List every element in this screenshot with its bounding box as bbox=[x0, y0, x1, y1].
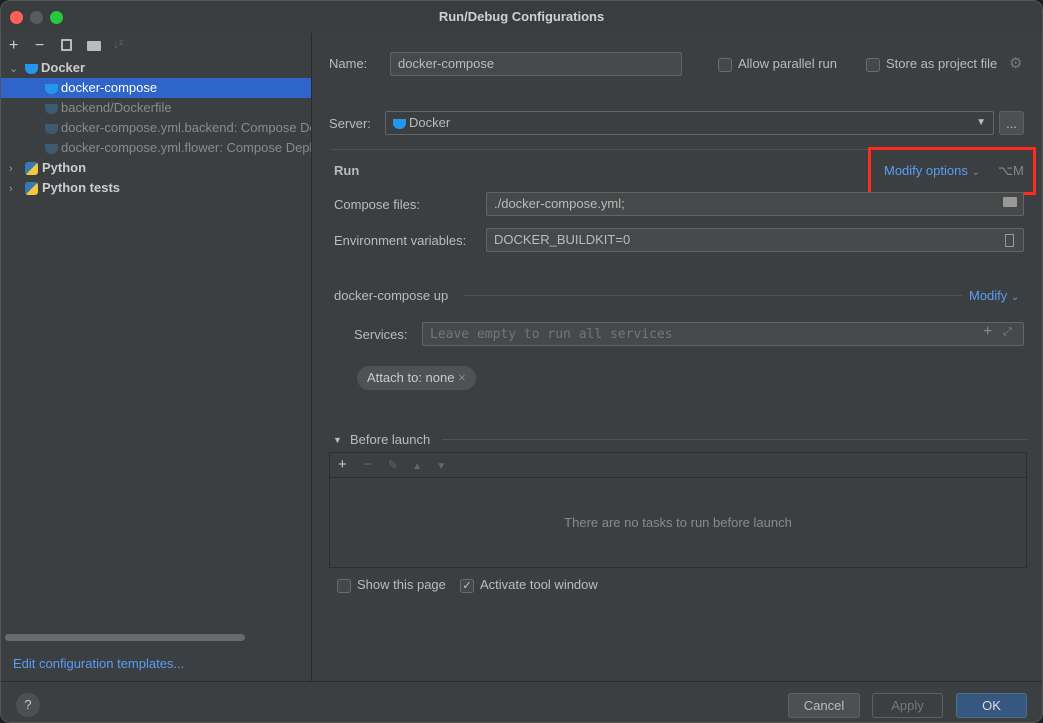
copy-icon[interactable] bbox=[61, 39, 72, 51]
tree-item-label: docker-compose.yml.backend: Compose Depl… bbox=[61, 120, 311, 135]
before-launch-heading: Before launch bbox=[350, 432, 431, 447]
compose-files-input[interactable]: ./docker-compose.yml; bbox=[486, 192, 1024, 216]
allow-parallel-label: Allow parallel run bbox=[738, 56, 837, 71]
gear-icon[interactable]: ⚙ bbox=[1009, 54, 1022, 72]
compose-up-heading: docker-compose up bbox=[334, 288, 449, 303]
shortcut-hint: ⌥M bbox=[998, 163, 1024, 178]
chevron-down-icon[interactable]: ⌄ bbox=[9, 59, 25, 78]
attach-chip[interactable]: Attach to: none × bbox=[357, 366, 476, 390]
footer-divider bbox=[1, 681, 1042, 682]
sort-icon[interactable]: ↓ᶻ bbox=[113, 37, 123, 51]
tree-item-label: Python bbox=[42, 160, 87, 175]
docker-icon bbox=[45, 123, 58, 134]
compose-files-label: Compose files: bbox=[334, 197, 420, 212]
chevron-right-icon[interactable]: › bbox=[9, 159, 25, 178]
server-more-button[interactable]: ... bbox=[999, 111, 1024, 135]
add-icon[interactable]: + bbox=[983, 323, 992, 341]
server-value: Docker bbox=[409, 115, 451, 130]
tree-item-label: Python tests bbox=[42, 180, 121, 195]
checkbox-box[interactable] bbox=[337, 578, 351, 593]
docker-icon bbox=[25, 63, 38, 74]
minimize-window-button[interactable] bbox=[30, 11, 43, 24]
divider bbox=[464, 295, 962, 296]
server-label: Server: bbox=[329, 116, 371, 131]
run-heading: Run bbox=[334, 163, 360, 178]
move-up-icon[interactable]: ▲ bbox=[412, 461, 422, 472]
services-input[interactable] bbox=[422, 322, 1024, 346]
tree-item[interactable]: docker-compose.yml.flower: Compose Deplo… bbox=[1, 138, 311, 158]
docker-icon bbox=[393, 118, 406, 129]
tree-item[interactable]: ⌄ Docker bbox=[1, 58, 311, 78]
python-icon bbox=[25, 162, 38, 176]
activate-tool-checkbox[interactable]: ✓ Activate tool window bbox=[460, 577, 598, 593]
chevron-down-icon: ⌄ bbox=[971, 167, 980, 178]
tree-item-label: docker-compose.yml.flower: Compose Deplo… bbox=[61, 140, 311, 155]
tree-item-label: docker-compose bbox=[61, 80, 158, 95]
window-title: Run/Debug Configurations bbox=[438, 9, 605, 24]
services-label: Services: bbox=[354, 327, 408, 342]
edit-templates-link[interactable]: Edit configuration templates... bbox=[13, 656, 184, 671]
cancel-button[interactable]: Cancel bbox=[788, 693, 860, 718]
server-select[interactable]: Docker ▼ bbox=[385, 111, 994, 135]
env-vars-value: DOCKER_BUILDKIT=0 bbox=[494, 232, 631, 247]
remove-task-button[interactable]: − bbox=[363, 456, 372, 473]
allow-parallel-checkbox[interactable]: Allow parallel run bbox=[718, 56, 837, 72]
docker-icon bbox=[45, 83, 58, 94]
env-vars-label: Environment variables: bbox=[334, 233, 467, 248]
tree-item-label: Docker bbox=[41, 60, 86, 75]
divider bbox=[442, 439, 1027, 440]
compose-files-value: ./docker-compose.yml; bbox=[494, 196, 625, 211]
modify-options-label: Modify options bbox=[884, 163, 968, 178]
edit-task-icon[interactable]: ✎ bbox=[388, 458, 398, 472]
folder-icon[interactable] bbox=[1003, 197, 1017, 207]
name-input[interactable]: docker-compose bbox=[390, 52, 682, 76]
help-button[interactable]: ? bbox=[16, 693, 40, 717]
move-down-icon[interactable]: ▼ bbox=[436, 461, 446, 472]
checkmark-icon[interactable]: ✓ bbox=[460, 578, 474, 593]
empty-tasks-text: There are no tasks to run before launch bbox=[564, 515, 792, 530]
activate-tool-label: Activate tool window bbox=[480, 577, 598, 592]
checkbox-box[interactable] bbox=[866, 57, 880, 72]
chevron-right-icon[interactable]: › bbox=[9, 179, 25, 198]
title-bar: Run/Debug Configurations bbox=[1, 1, 1042, 33]
env-vars-input[interactable]: DOCKER_BUILDKIT=0 bbox=[486, 228, 1024, 252]
new-folder-icon[interactable] bbox=[87, 41, 101, 51]
add-task-button[interactable]: + bbox=[338, 456, 347, 473]
docker-icon bbox=[45, 143, 58, 154]
modify-options-link[interactable]: Modify options ⌄ bbox=[884, 163, 980, 178]
python-tests-icon bbox=[25, 182, 38, 196]
before-launch-panel: + − ✎ ▲ ▼ There are no tasks to run befo… bbox=[329, 452, 1027, 568]
add-config-button[interactable]: + bbox=[9, 37, 18, 55]
remove-config-button[interactable]: − bbox=[35, 37, 44, 55]
attach-chip-label: Attach to: none bbox=[367, 370, 455, 385]
store-project-checkbox[interactable]: Store as project file bbox=[866, 56, 997, 72]
chevron-down-icon: ⌄ bbox=[1010, 292, 1020, 303]
zoom-window-button[interactable] bbox=[50, 11, 63, 24]
collapse-triangle-icon[interactable]: ▼ bbox=[333, 435, 342, 445]
tree-item[interactable]: docker-compose bbox=[1, 78, 311, 98]
chevron-down-icon: ▼ bbox=[976, 117, 986, 128]
horizontal-scrollbar[interactable] bbox=[5, 634, 245, 641]
expand-icon[interactable]: ⤢ bbox=[1003, 326, 1012, 339]
tree-item[interactable]: docker-compose.yml.backend: Compose Depl… bbox=[1, 118, 311, 138]
tree-item-label: backend/Dockerfile bbox=[61, 100, 172, 115]
close-window-button[interactable] bbox=[10, 11, 23, 24]
remove-chip-icon[interactable]: × bbox=[458, 370, 466, 385]
docker-icon bbox=[45, 103, 58, 114]
tree-item[interactable]: › Python bbox=[1, 158, 311, 178]
tree-item[interactable]: › Python tests bbox=[1, 178, 311, 198]
tree-item[interactable]: backend/Dockerfile bbox=[1, 98, 311, 118]
checkbox-box[interactable] bbox=[718, 57, 732, 72]
modify-link[interactable]: Modify ⌄ bbox=[969, 288, 1019, 303]
store-project-label: Store as project file bbox=[886, 56, 998, 71]
show-page-label: Show this page bbox=[357, 577, 446, 592]
run-debug-dialog: Run/Debug Configurations + − ↓ᶻ ⌄ Docker d… bbox=[0, 0, 1043, 723]
modify-label: Modify bbox=[969, 288, 1008, 303]
apply-button[interactable]: Apply bbox=[872, 693, 943, 718]
show-page-checkbox[interactable]: Show this page bbox=[337, 577, 446, 593]
name-label: Name: bbox=[329, 56, 368, 71]
ok-button[interactable]: OK bbox=[956, 693, 1027, 718]
edit-env-icon[interactable] bbox=[1005, 234, 1014, 247]
